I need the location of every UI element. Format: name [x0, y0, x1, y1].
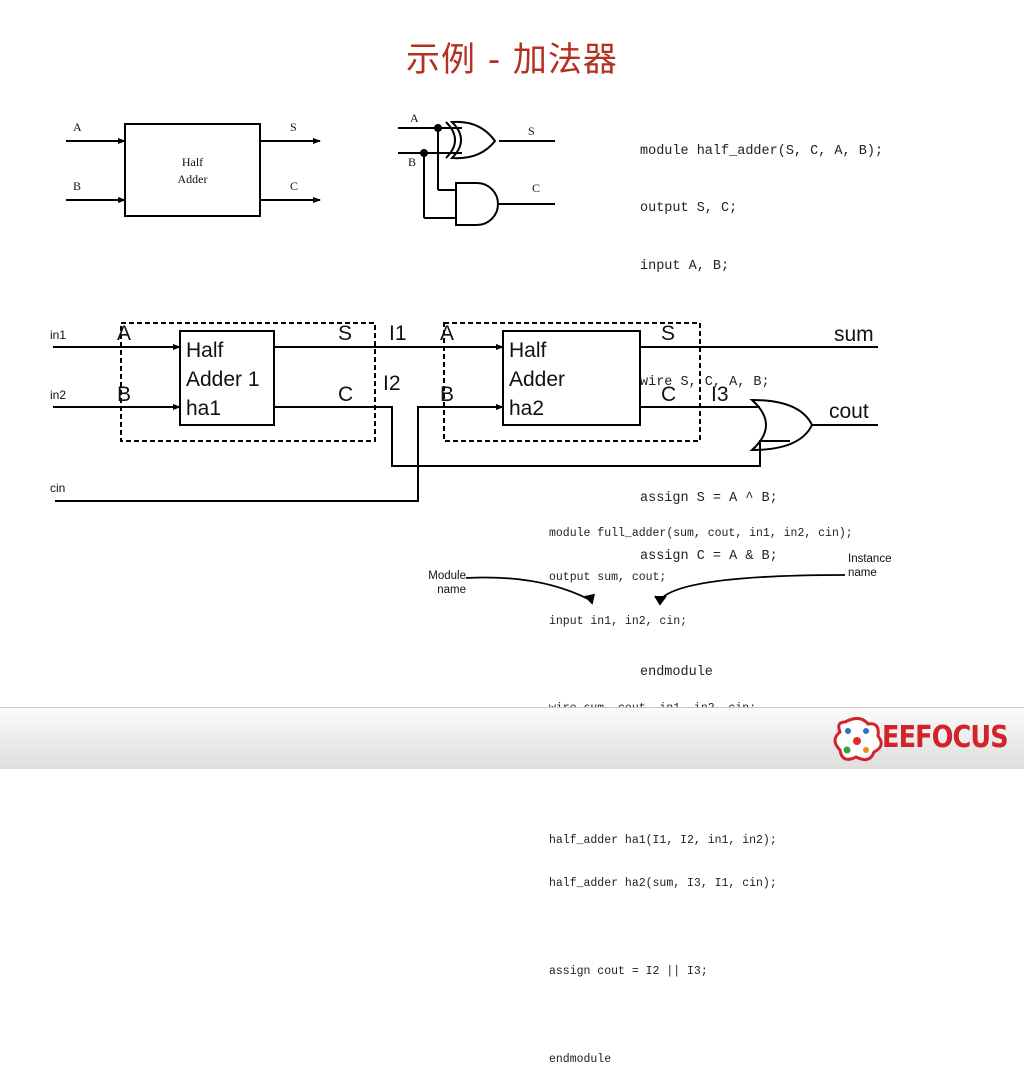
code-line: half_adder ha1(I1, I2, in1, in2); [549, 833, 777, 847]
gate-label-c: C [532, 181, 541, 195]
signal-in2: in2 [50, 388, 67, 402]
label-input-b: B [73, 179, 82, 193]
code-line: wire S, C, A, B; [640, 375, 770, 391]
full-adder-code: module full_adder(sum, cout, in1, in2, c… [549, 498, 853, 1082]
instance-name-annotation: Instance name [848, 552, 891, 580]
signal-i1: I1 [389, 322, 407, 345]
ha1-port-a: A [117, 322, 132, 345]
ha1-port-b: B [117, 383, 132, 406]
block-label-line: Half [181, 155, 204, 169]
wire-cin [55, 404, 504, 502]
signal-sum: sum [834, 323, 874, 346]
signal-i2: I2 [383, 372, 401, 395]
annotation-line: Instance [848, 553, 892, 565]
ha1-label-line: ha1 [186, 397, 222, 420]
code-line: input A, B; [640, 259, 730, 275]
code-line: endmodule [549, 1052, 612, 1066]
and-gate [455, 182, 499, 226]
ha2-port-b: B [440, 383, 455, 406]
ha2-label-line: Adder [509, 368, 566, 391]
signal-cout: cout [829, 400, 869, 423]
block-label-line: Adder [177, 172, 208, 186]
ha1-port-c: C [338, 383, 354, 406]
annotation-line: name [848, 567, 877, 579]
code-line: output sum, cout; [549, 570, 667, 584]
annotation-line: Module [428, 570, 466, 582]
code-line: output S, C; [640, 201, 738, 217]
eefocus-logo-text[interactable]: EEFOCUS [882, 720, 1009, 755]
label-output-c: C [290, 179, 299, 193]
code-line: module half_adder(S, C, A, B); [640, 143, 884, 159]
ha2-port-s: S [661, 322, 676, 345]
module-name-annotation: Module name [420, 569, 466, 597]
label-input-a: A [73, 120, 82, 134]
ha2-label: Half Adder ha2 [509, 336, 565, 423]
code-line: half_adder ha2(sum, I3, I1, cin); [549, 877, 777, 891]
ha1-port-s: S [338, 322, 353, 345]
ha1-label-line: Adder 1 [186, 368, 260, 391]
half-adder-block-label: Half Adder [125, 154, 260, 188]
label-output-s: S [290, 120, 297, 134]
ha2-port-c: C [661, 383, 677, 406]
gate-label-s: S [528, 124, 535, 138]
code-line: assign cout = I2 || I3; [549, 965, 708, 978]
footer-bar [0, 707, 1024, 769]
code-line: module full_adder(sum, cout, in1, in2, c… [549, 527, 853, 541]
ha2-label-line: ha2 [509, 397, 545, 420]
code-line: input in1, in2, cin; [549, 614, 688, 628]
ha2-label-line: Half [509, 339, 547, 362]
annotation-line: name [437, 584, 466, 596]
signal-cin: cin [50, 481, 66, 495]
signal-in1: in1 [50, 328, 67, 342]
signal-i3: I3 [711, 383, 729, 406]
gate-label-a: A [410, 111, 419, 125]
ha2-port-a: A [440, 322, 455, 345]
ha1-label-line: Half [186, 339, 224, 362]
ha1-label: Half Adder 1 ha1 [186, 336, 260, 423]
gate-label-b: B [408, 155, 417, 169]
